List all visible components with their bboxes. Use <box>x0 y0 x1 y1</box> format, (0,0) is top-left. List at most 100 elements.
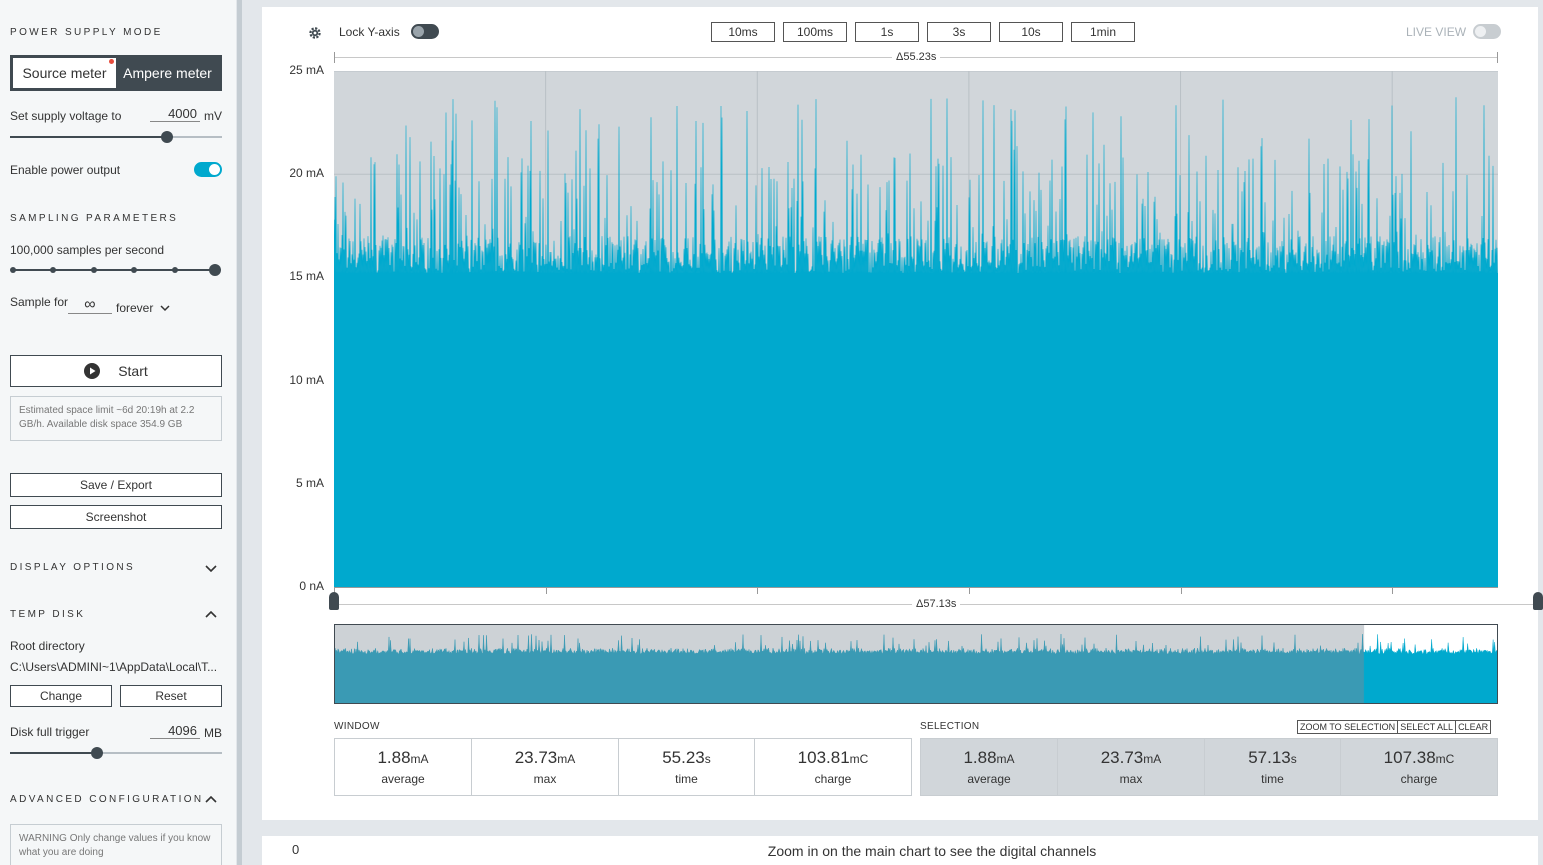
change-button[interactable]: Change <box>10 685 112 707</box>
sample-for-label: Sample for <box>10 295 69 309</box>
window-3s-button[interactable]: 3s <box>927 22 991 42</box>
supply-voltage-input[interactable]: 4000 <box>150 106 200 122</box>
selection-actions: ZOOM TO SELECTION SELECT ALL CLEAR <box>1297 720 1492 734</box>
window-time-unit: s <box>704 752 711 766</box>
window-100ms-button[interactable]: 100ms <box>783 22 847 42</box>
window-10ms-button[interactable]: 10ms <box>711 22 775 42</box>
window-1s-button[interactable]: 1s <box>855 22 919 42</box>
sample-rate-tick[interactable] <box>171 267 178 273</box>
save-export-button[interactable]: Save / Export <box>10 473 222 497</box>
disk-full-slider-thumb[interactable] <box>90 747 103 759</box>
window-delta-tick-left <box>334 52 335 63</box>
selection-charge-unit: mC <box>1435 752 1455 766</box>
digital-channels-message: Zoom in on the main chart to see the dig… <box>752 836 1112 865</box>
enable-power-label: Enable power output <box>10 163 121 177</box>
advanced-configuration-title[interactable]: ADVANCED CONFIGURATION <box>10 794 204 805</box>
notification-dot-icon <box>109 59 114 64</box>
selection-charge: 107.38mC charge <box>1341 739 1497 795</box>
chevron-up-icon[interactable] <box>205 611 217 619</box>
selection-stats: 1.88mA average 23.73mA max 57.13s time 1… <box>920 738 1498 796</box>
window-1min-button[interactable]: 1min <box>1071 22 1135 42</box>
window-time-value: 55.23 <box>662 748 705 767</box>
sample-rate-tick[interactable] <box>10 267 16 273</box>
selection-handle-right[interactable] <box>1533 592 1543 610</box>
window-average-unit: mA <box>410 752 429 766</box>
sample-rate-tick[interactable] <box>131 267 138 273</box>
window-average-label: average <box>381 772 425 786</box>
sample-rate-tick[interactable] <box>50 267 57 273</box>
selection-time-unit: s <box>1290 752 1297 766</box>
selection-delta-label: Δ57.13s <box>912 598 961 610</box>
selection-max: 23.73mA max <box>1058 739 1205 795</box>
disk-full-unit: MB <box>204 726 222 740</box>
chevron-down-icon[interactable] <box>205 564 217 572</box>
supply-voltage-slider-thumb[interactable] <box>160 131 173 143</box>
window-average-value: 1.88 <box>377 748 411 767</box>
sample-rate-label: 100,000 samples per second <box>10 243 165 257</box>
selection-max-unit: mA <box>1143 752 1162 766</box>
minimap-chart[interactable] <box>334 624 1498 704</box>
supply-voltage-unit: mV <box>204 109 222 123</box>
sample-rate-slider-track[interactable] <box>13 269 215 271</box>
sample-rate-tick[interactable] <box>90 267 97 273</box>
selection-charge-label: charge <box>1400 772 1438 786</box>
selection-time-value: 57.13 <box>1248 748 1291 767</box>
sample-for-unit-select[interactable]: forever <box>116 301 170 315</box>
x-tick <box>1180 588 1182 594</box>
window-stats: 1.88mA average 23.73mA max 55.23s time 1… <box>334 738 912 796</box>
selection-average: 1.88mA average <box>921 739 1058 795</box>
play-icon <box>84 363 101 379</box>
start-label: Start <box>118 363 148 379</box>
sample-for-input[interactable]: ∞ <box>68 297 112 314</box>
main-chart[interactable] <box>334 71 1498 587</box>
lock-y-axis-toggle[interactable] <box>411 24 439 39</box>
selection-average-value: 1.88 <box>963 748 997 767</box>
toggle-knob <box>1475 26 1486 37</box>
root-directory-label: Root directory <box>10 639 85 653</box>
y-tick-label: 15 mA <box>289 269 324 284</box>
warning-text: WARNING Only change values if you know w… <box>10 824 222 865</box>
x-tick <box>757 588 759 594</box>
window-max-value: 23.73 <box>514 748 558 767</box>
display-options-title[interactable]: DISPLAY OPTIONS <box>10 562 135 573</box>
x-tick <box>968 588 970 594</box>
live-view-toggle[interactable] <box>1473 24 1501 39</box>
x-tick <box>545 588 547 594</box>
temp-disk-title[interactable]: TEMP DISK <box>10 609 85 620</box>
source-meter-button[interactable]: Source meter <box>13 58 116 88</box>
start-button[interactable]: Start <box>10 355 222 387</box>
toggle-knob <box>413 26 424 37</box>
zoom-to-selection-button[interactable]: ZOOM TO SELECTION <box>1297 720 1399 734</box>
supply-voltage-slider-fill <box>10 136 167 138</box>
window-charge-unit: mC <box>849 752 869 766</box>
chevron-up-icon[interactable] <box>205 796 217 804</box>
disk-full-input[interactable]: 4096 <box>150 723 200 739</box>
screenshot-button[interactable]: Screenshot <box>10 505 222 529</box>
selection-max-label: max <box>1119 772 1143 786</box>
x-tick <box>1392 588 1394 594</box>
sample-rate-slider-thumb[interactable] <box>209 264 221 276</box>
x-axis-line <box>334 587 1498 588</box>
enable-power-toggle[interactable] <box>194 162 222 177</box>
clear-button[interactable]: CLEAR <box>1455 720 1492 734</box>
window-10s-button[interactable]: 10s <box>999 22 1063 42</box>
disk-full-slider-fill <box>10 752 97 754</box>
live-view-label: LIVE VIEW <box>1406 25 1467 39</box>
select-all-button[interactable]: SELECT ALL <box>1397 720 1457 734</box>
window-charge-label: charge <box>814 772 852 786</box>
selection-handle-left[interactable] <box>329 592 339 610</box>
gear-icon[interactable] <box>308 26 322 40</box>
sidebar-scrollbar[interactable] <box>237 0 242 865</box>
mode-switch: Source meter Ampere meter <box>10 55 222 91</box>
selection-time: 57.13s time <box>1205 739 1341 795</box>
selection-average-label: average <box>967 772 1011 786</box>
sample-for-unit: forever <box>116 301 154 315</box>
window-max-label: max <box>533 772 557 786</box>
y-tick-label: 25 mA <box>289 63 324 77</box>
reset-button[interactable]: Reset <box>120 685 222 707</box>
window-charge-value: 103.81 <box>797 748 850 767</box>
y-tick-label: 5 mA <box>295 475 324 490</box>
ampere-meter-button[interactable]: Ampere meter <box>116 58 219 88</box>
selection-time-label: time <box>1261 772 1284 786</box>
window-max-unit: mA <box>557 752 576 766</box>
